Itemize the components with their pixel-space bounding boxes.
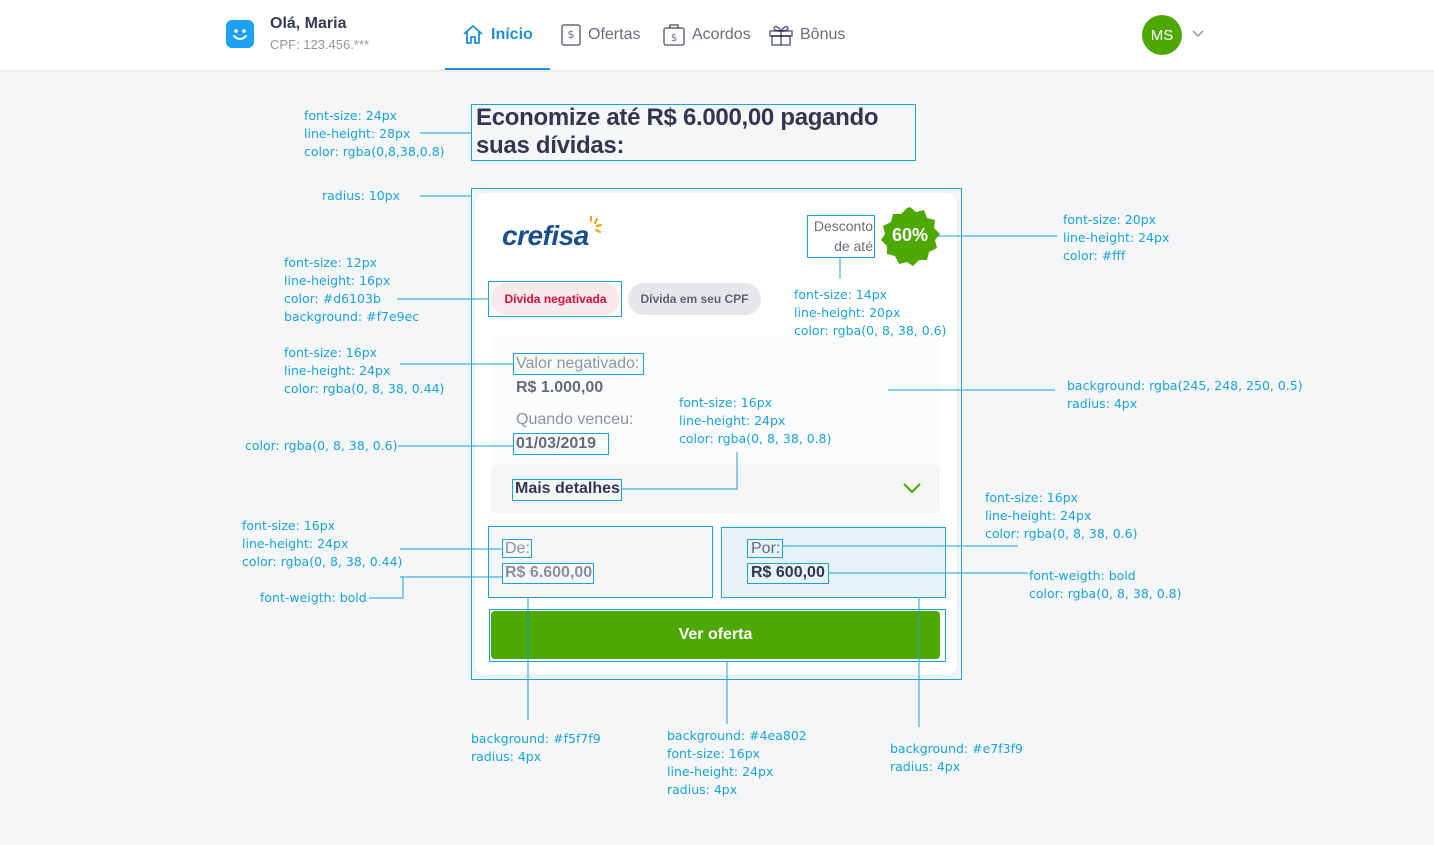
annotation-box <box>488 281 622 317</box>
annotation-to-label-spec: font-size: 16px line-height: 24px color:… <box>985 490 1138 541</box>
annotation-chip-spec: font-size: 12px line-height: 16px color:… <box>284 255 420 324</box>
annotation-box <box>513 353 644 375</box>
annotation-box <box>747 563 829 584</box>
annotation-label-spec: font-size: 16px line-height: 24px color:… <box>284 345 445 396</box>
annotation-box <box>502 563 594 584</box>
annotation-info-bg-spec: background: rgba(245, 248, 250, 0.5) rad… <box>1067 378 1303 411</box>
annotation-box <box>471 104 916 161</box>
annotation-details-spec: font-size: 16px line-height: 24px color:… <box>679 395 832 446</box>
annotation-box <box>488 526 713 598</box>
annotation-card-radius: radius: 10px <box>322 188 401 203</box>
annotation-desc-spec: font-size: 14px line-height: 20px color:… <box>794 287 947 338</box>
annotation-from-bg-spec: background: #f5f7f9 radius: 4px <box>471 731 601 764</box>
annotation-box <box>513 433 609 455</box>
annotation-box <box>747 539 783 558</box>
annotation-to-value-spec: font-weigth: bold color: rgba(0, 8, 38, … <box>1029 568 1182 601</box>
annotation-badge-spec: font-size: 20px line-height: 24px color:… <box>1063 212 1170 263</box>
annotation-box <box>502 539 532 558</box>
annotation-box <box>512 479 622 501</box>
annotation-to-bg-spec: background: #e7f3f9 radius: 4px <box>890 741 1023 774</box>
annotation-date-color: color: rgba(0, 8, 38, 0.6) <box>245 438 398 453</box>
annotation-from-label-spec: font-size: 16px line-height: 24px color:… <box>242 518 403 569</box>
annotation-box <box>807 215 875 258</box>
annotation-title-spec: font-size: 24px line-height: 28px color:… <box>304 108 445 159</box>
annotation-from-weight: font-weigth: bold <box>260 590 367 605</box>
annotation-box <box>489 609 946 662</box>
annotation-cta-spec: background: #4ea802 font-size: 16px line… <box>667 728 807 797</box>
